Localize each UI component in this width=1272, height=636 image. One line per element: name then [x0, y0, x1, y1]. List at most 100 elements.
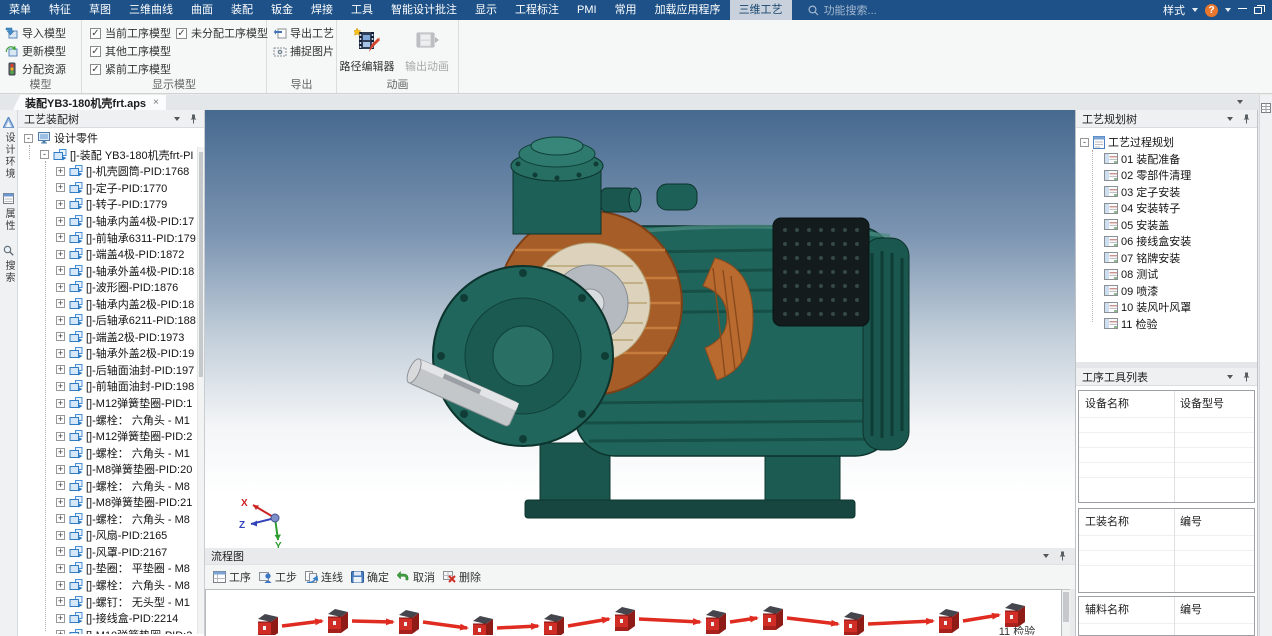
pin-icon[interactable]	[1058, 551, 1067, 561]
confirm-button[interactable]: 确定	[351, 569, 389, 585]
panel-menu-caret-icon[interactable]	[1227, 375, 1233, 379]
tree-root-design-parts[interactable]: - 设计零件	[18, 130, 204, 147]
motor-3d-model[interactable]	[375, 118, 915, 538]
table-row[interactable]	[1079, 462, 1254, 477]
table-row[interactable]	[1079, 550, 1254, 565]
operation-button[interactable]: 工序	[213, 569, 251, 585]
table-row[interactable]	[1079, 535, 1254, 550]
expand-icon[interactable]: +	[56, 183, 65, 192]
flow-node[interactable]	[473, 616, 493, 635]
cancel-button[interactable]: 取消	[397, 569, 435, 585]
planning-step-item[interactable]: 09 喷漆	[1076, 283, 1257, 300]
tab-search[interactable]: 搜索	[0, 238, 17, 290]
planning-step-item[interactable]: 03 定子安装	[1076, 184, 1257, 201]
menu-item[interactable]: 工程标注	[506, 0, 568, 20]
viewport-3d[interactable]: X Z Y	[205, 110, 1075, 548]
right-strip-tab[interactable]	[1260, 95, 1272, 113]
capture-image-button[interactable]: 捕捉图片	[271, 42, 336, 60]
expand-icon[interactable]: +	[56, 399, 65, 408]
planning-step-item[interactable]: 10 装风叶风罩	[1076, 299, 1257, 316]
flowchart-canvas[interactable]: 11 检验	[205, 589, 1062, 636]
expand-icon[interactable]: +	[56, 167, 65, 176]
flow-node[interactable]	[763, 606, 783, 630]
planning-step-item[interactable]: 08 测试	[1076, 266, 1257, 283]
planning-step-item[interactable]: 06 接线盒安装	[1076, 233, 1257, 250]
expand-icon[interactable]: +	[56, 316, 65, 325]
pin-icon[interactable]	[189, 114, 198, 124]
panel-menu-caret-icon[interactable]	[1043, 554, 1049, 558]
display-model-checkbox[interactable]: ✓ 当前工序模型	[90, 24, 176, 42]
tab-properties[interactable]: 属性	[0, 186, 17, 238]
collapse-icon[interactable]: -	[40, 150, 49, 159]
flow-node[interactable]	[328, 609, 348, 633]
document-tab[interactable]: 装配YB3-180机壳frt.aps ×	[13, 95, 166, 110]
expand-icon[interactable]: +	[56, 531, 65, 540]
checkbox-icon[interactable]: ✓	[90, 28, 101, 39]
flow-node[interactable]	[399, 610, 419, 634]
scrollbar-thumb[interactable]	[199, 152, 203, 377]
minimize-button[interactable]	[1238, 8, 1247, 9]
flow-node[interactable]	[844, 612, 864, 635]
planning-step-item[interactable]: 11 检验	[1076, 316, 1257, 333]
delete-button[interactable]: 删除	[443, 569, 481, 585]
flow-node[interactable]	[939, 609, 959, 633]
planning-step-item[interactable]: 05 安装盖	[1076, 217, 1257, 234]
expand-icon[interactable]: +	[56, 217, 65, 226]
expand-icon[interactable]: +	[56, 365, 65, 374]
planning-step-item[interactable]: 04 安装转子	[1076, 200, 1257, 217]
table-row[interactable]	[1079, 565, 1254, 580]
help-button[interactable]: ?	[1205, 4, 1218, 17]
planning-step-item[interactable]: 02 零部件清理	[1076, 167, 1257, 184]
table-row[interactable]	[1079, 417, 1254, 432]
menu-item[interactable]: 常用	[606, 0, 646, 20]
display-model-checkbox[interactable]: ✓ 未分配工序模型	[176, 24, 268, 42]
flowchart-scrollbar[interactable]	[1062, 589, 1070, 636]
help-caret-icon[interactable]	[1225, 8, 1231, 12]
menu-item[interactable]: 三维曲线	[120, 0, 182, 20]
expand-icon[interactable]: +	[56, 415, 65, 424]
expand-icon[interactable]: +	[56, 382, 65, 391]
panel-menu-caret-icon[interactable]	[1227, 117, 1233, 121]
menu-item[interactable]: 三维工艺	[730, 0, 792, 20]
expand-icon[interactable]: +	[56, 299, 65, 308]
expand-icon[interactable]: +	[56, 630, 65, 634]
expand-icon[interactable]: +	[56, 498, 65, 507]
table-row[interactable]	[1079, 623, 1254, 636]
flow-node[interactable]	[544, 614, 564, 635]
expand-icon[interactable]: +	[56, 283, 65, 292]
tab-design-environment[interactable]: 设计环境	[0, 110, 17, 186]
flow-node[interactable]	[258, 614, 278, 635]
step-button[interactable]: 工步	[259, 569, 297, 585]
collapse-icon[interactable]: -	[24, 134, 33, 143]
expand-icon[interactable]: +	[56, 432, 65, 441]
expand-icon[interactable]: +	[56, 465, 65, 474]
table-row[interactable]	[1079, 477, 1254, 492]
menu-item[interactable]: PMI	[568, 0, 606, 20]
expand-icon[interactable]: +	[56, 481, 65, 490]
checkbox-icon[interactable]: ✓	[176, 28, 187, 39]
menu-item[interactable]: 钣金	[262, 0, 302, 20]
connect-button[interactable]: 连线	[305, 569, 343, 585]
scrollbar-thumb[interactable]	[1063, 592, 1069, 622]
panel-menu-caret-icon[interactable]	[174, 117, 180, 121]
table-row[interactable]	[1079, 432, 1254, 447]
tab-list-caret-icon[interactable]	[1237, 100, 1243, 104]
menu-item[interactable]: 曲面	[182, 0, 222, 20]
tab-close-icon[interactable]: ×	[153, 97, 159, 108]
expand-icon[interactable]: +	[56, 597, 65, 606]
restore-button[interactable]	[1254, 7, 1262, 14]
flow-node[interactable]	[615, 607, 635, 631]
menu-item[interactable]: 草图	[80, 0, 120, 20]
checkbox-icon[interactable]: ✓	[90, 46, 101, 57]
expand-icon[interactable]: +	[56, 564, 65, 573]
function-search[interactable]: 功能搜索...	[808, 0, 877, 20]
expand-icon[interactable]: +	[56, 233, 65, 242]
planning-step-item[interactable]: 01 装配准备	[1076, 151, 1257, 168]
flow-node[interactable]	[706, 610, 726, 634]
expand-icon[interactable]: +	[56, 266, 65, 275]
expand-icon[interactable]: +	[56, 332, 65, 341]
planning-step-item[interactable]: 07 铭牌安装	[1076, 250, 1257, 267]
menu-item[interactable]: 加载应用程序	[646, 0, 730, 20]
menu-item[interactable]: 工具	[342, 0, 382, 20]
table-row[interactable]	[1079, 447, 1254, 462]
